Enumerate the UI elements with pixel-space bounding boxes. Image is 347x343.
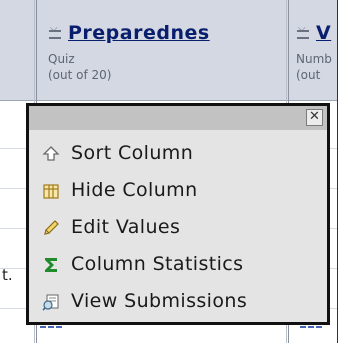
menu-item-label: Hide Column [71,179,198,201]
column-title-link[interactable]: V [316,22,331,44]
column-menu-icon[interactable]: ⌵ [48,23,62,40]
column-menu-icon[interactable]: ⌵ [296,23,310,40]
menu-item-column-statistics[interactable]: Column Statistics [29,247,327,283]
hide-column-icon [42,182,60,200]
column-out-of: (out [296,68,321,82]
scroll-edge [337,0,347,343]
column-title-link[interactable]: Preparednes [68,22,210,44]
menu-item-label: Edit Values [71,216,181,238]
menu-item-sort-column[interactable]: Sort Column [29,136,327,172]
menu-item-view-submissions[interactable]: View Submissions [29,284,327,320]
menu-item-label: Column Statistics [71,253,244,275]
column-category: Quiz [48,52,75,66]
column-header-preparedness: ⌵ Preparednes Quiz (out of 20) [48,22,286,98]
close-icon[interactable]: ✕ [306,109,323,126]
empty-grade-link[interactable] [40,326,62,331]
empty-grade-link[interactable] [300,326,322,331]
menu-item-hide-column[interactable]: Hide Column [29,173,327,209]
menu-item-edit-values[interactable]: Edit Values [29,210,327,246]
column-category: Numb [296,52,332,66]
pencil-icon [42,219,60,237]
submissions-icon [42,293,60,311]
row-text-fragment: t. [2,266,13,284]
menu-item-label: View Submissions [71,290,248,312]
menu-item-label: Sort Column [71,142,194,164]
column-out-of: (out of 20) [48,68,112,82]
sort-arrow-icon [42,145,60,163]
menu-titlebar: ✕ [29,106,327,130]
column-context-menu: ✕ Sort Column Hide Column Edit Values Co… [26,103,330,325]
column-header-second: ⌵ V Numb (out [296,22,337,98]
sigma-icon [42,256,60,274]
